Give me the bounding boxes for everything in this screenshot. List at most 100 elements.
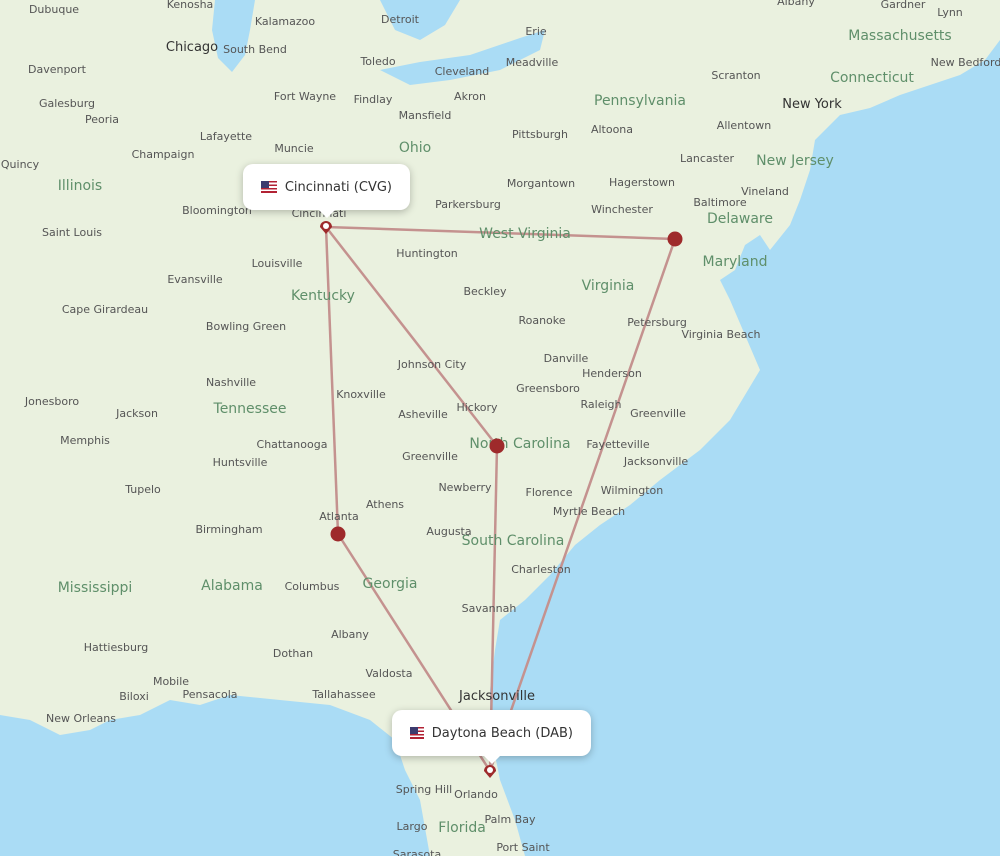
place-label: Detroit	[381, 13, 420, 26]
place-label: Raleigh	[581, 398, 622, 411]
place-label: Mansfield	[399, 109, 452, 122]
state-label: Maryland	[703, 254, 768, 270]
place-label: Asheville	[398, 408, 448, 421]
place-label: Altoona	[591, 123, 633, 136]
state-label: South Carolina	[462, 533, 565, 549]
state-label: Connecticut	[830, 70, 914, 86]
place-label: Galesburg	[39, 97, 95, 110]
state-label: West Virginia	[479, 226, 571, 242]
place-label: Wilmington	[601, 484, 664, 497]
place-label: Allentown	[717, 119, 771, 132]
place-label: Parkersburg	[435, 198, 501, 211]
place-label: Akron	[454, 90, 486, 103]
place-label: Vineland	[741, 185, 789, 198]
state-label: Tennessee	[213, 401, 287, 417]
place-label: Pittsburgh	[512, 128, 568, 141]
stopover-marker[interactable]	[330, 526, 346, 542]
place-label: Winchester	[591, 203, 653, 216]
state-label: Illinois	[58, 178, 102, 194]
destination-label: Daytona Beach (DAB)	[431, 725, 573, 741]
place-label: Bowling Green	[206, 320, 286, 333]
place-label: Mobile	[153, 675, 189, 688]
place-label: Charleston	[511, 563, 571, 576]
place-label: Erie	[525, 25, 547, 38]
place-label: Kenosha	[167, 0, 214, 11]
place-label: Tallahassee	[311, 688, 375, 701]
place-label: Albany	[331, 628, 369, 641]
place-label: Toledo	[359, 55, 395, 68]
place-label: Greensboro	[516, 382, 580, 395]
place-label: Champaign	[132, 148, 195, 161]
state-label: Georgia	[363, 576, 418, 592]
place-label: Findlay	[354, 93, 393, 106]
place-label: Jackson	[115, 407, 158, 420]
place-label: Hickory	[456, 401, 498, 414]
place-label: Birmingham	[195, 523, 262, 536]
place-label: Valdosta	[366, 667, 413, 680]
place-label: Huntington	[396, 247, 458, 260]
us-flag-icon	[261, 181, 277, 193]
place-label: Columbus	[285, 580, 340, 593]
state-label: New Jersey	[756, 153, 834, 169]
origin-popup[interactable]: Cincinnati (CVG)	[243, 164, 410, 218]
place-label: Greenville	[402, 450, 458, 463]
place-label: Augusta	[426, 525, 471, 538]
place-label: Knoxville	[336, 388, 386, 401]
place-label: Louisville	[252, 257, 303, 270]
place-label: Albany	[777, 0, 815, 8]
destination-popup[interactable]: Daytona Beach (DAB)	[392, 710, 591, 764]
state-label: Alabama	[201, 578, 263, 594]
place-label: Davenport	[28, 63, 87, 76]
place-label: Hagerstown	[609, 176, 675, 189]
place-label: Lynn	[937, 6, 963, 19]
city-label: New York	[782, 97, 842, 112]
state-label: Pennsylvania	[594, 93, 686, 109]
state-label: Florida	[438, 820, 486, 836]
city-label: Chicago	[166, 40, 218, 55]
place-label: Orlando	[454, 788, 498, 801]
place-label: Tupelo	[124, 483, 161, 496]
place-label: Dubuque	[29, 3, 79, 16]
stopover-marker[interactable]	[667, 231, 683, 247]
state-label: Ohio	[399, 140, 431, 156]
place-label: New Orleans	[46, 712, 116, 725]
place-label: Savannah	[462, 602, 517, 615]
place-label: Gardner	[881, 0, 926, 11]
state-label: North Carolina	[469, 436, 570, 452]
place-label: Fayetteville	[586, 438, 649, 451]
place-label: Cape Girardeau	[62, 303, 148, 316]
place-label: Myrtle Beach	[553, 505, 625, 518]
place-label: Atlanta	[319, 510, 358, 523]
us-flag-icon	[410, 727, 424, 739]
place-label: Kalamazoo	[255, 15, 316, 28]
place-label: South Bend	[223, 43, 287, 56]
place-label: Memphis	[60, 434, 110, 447]
place-label: Jacksonville	[623, 455, 689, 468]
place-label: Danville	[544, 352, 589, 365]
place-label: Florence	[526, 486, 573, 499]
place-label: Palm Bay	[485, 813, 536, 826]
place-label: Cleveland	[435, 65, 490, 78]
place-label: Fort Wayne	[274, 90, 336, 103]
place-label: Pensacola	[182, 688, 237, 701]
state-label: Kentucky	[291, 288, 355, 304]
stopover-marker[interactable]	[489, 438, 505, 454]
place-label: Petersburg	[627, 316, 687, 329]
place-label: Biloxi	[119, 690, 149, 703]
place-label: Hattiesburg	[84, 641, 148, 654]
place-label: Bloomington	[182, 204, 252, 217]
place-label: Scranton	[711, 69, 760, 82]
place-label: Saint Louis	[42, 226, 102, 239]
pin-center	[323, 223, 329, 229]
place-label: Virginia Beach	[681, 328, 760, 341]
place-label: Huntsville	[213, 456, 268, 469]
place-label: Sarasota	[393, 848, 442, 856]
place-label: Henderson	[582, 367, 642, 380]
place-label: Meadville	[506, 56, 559, 69]
place-label: Largo	[397, 820, 428, 833]
place-label: Port Saint	[496, 841, 550, 854]
place-label: Dothan	[273, 647, 313, 660]
place-label: New Bedford	[931, 56, 1000, 69]
place-label: Baltimore	[693, 196, 746, 209]
place-label: Newberry	[438, 481, 492, 494]
